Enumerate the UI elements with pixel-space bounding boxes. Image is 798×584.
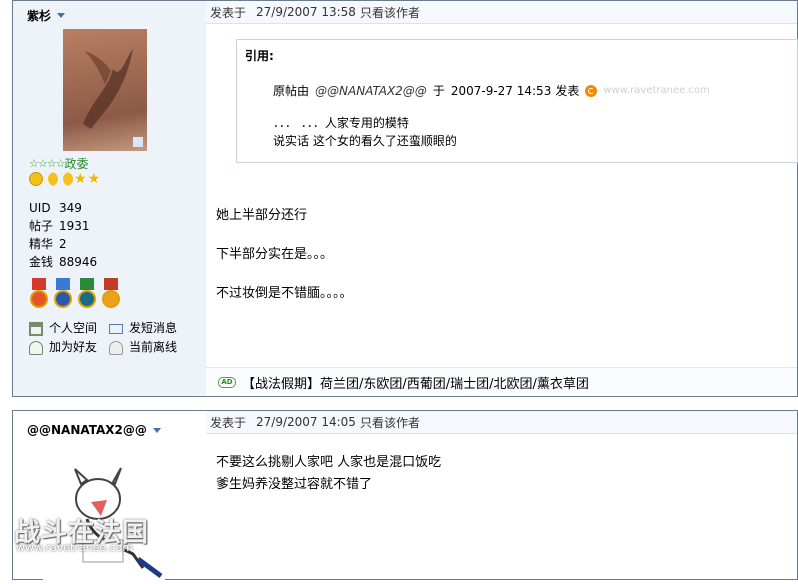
sun-icon xyxy=(29,172,43,186)
chevron-down-icon[interactable] xyxy=(57,13,66,18)
stat-label: UID xyxy=(29,201,51,215)
author-name-text[interactable]: 紫杉 xyxy=(27,7,51,24)
envelope-icon xyxy=(109,323,123,334)
posted-at-label: 发表于 xyxy=(210,415,247,430)
medal-icon[interactable] xyxy=(53,278,73,310)
home-icon xyxy=(29,321,43,336)
author-stats: UID 349 帖子 1931 精华 2 金钱 88946 xyxy=(29,199,97,271)
stat-value: 349 xyxy=(59,201,82,215)
post-text-line: 爹生妈养没整过容就不错了 xyxy=(216,477,373,492)
star-icon: ★ xyxy=(74,171,87,187)
add-friend-link[interactable]: 加为好友 xyxy=(29,338,109,357)
quote-yu: 于 xyxy=(432,84,445,98)
quote-line: 说实话 这个女的看久了还蛮顺眼的 xyxy=(273,134,457,148)
ad-link[interactable]: 【战法假期】荷兰团/东欧团/西葡团/瑞士团/北欧团/薰衣草团 xyxy=(242,373,589,392)
author-links: 个人空间 发短消息 加为好友 当前离线 xyxy=(29,319,189,357)
post-header: 发表于 27/9/2007 14:05 只看该作者 xyxy=(206,411,797,434)
user-offline-icon xyxy=(109,340,123,355)
chevron-down-icon[interactable] xyxy=(152,427,161,433)
ad-bar: AD 【战法假期】荷兰团/东欧团/西葡团/瑞士团/北欧团/薰衣草团 xyxy=(206,367,797,396)
quote-posted: 发表 xyxy=(555,84,580,98)
post-header: 发表于 27/9/2007 13:58 只看该作者 xyxy=(206,1,797,24)
quote-block: 引用: 原帖由 @@NANATAX2@@ 于 2007-9-27 14:53 发… xyxy=(236,39,798,163)
stat-label: 帖子 xyxy=(29,219,54,233)
medal-icon[interactable] xyxy=(29,278,49,310)
stat-value: 1931 xyxy=(59,219,90,233)
post-time: 27/9/2007 14:05 xyxy=(256,415,356,429)
rank: ☆☆☆☆ 政委 xyxy=(29,155,88,172)
post-text-line: 不要这么挑剔人家吧 人家也是混口饭吃 xyxy=(216,455,442,470)
stat-money: 金钱 88946 xyxy=(29,253,97,271)
author-name-text[interactable]: @@NANATAX2@@ xyxy=(27,423,147,437)
quote-prefix: 原帖由 xyxy=(273,84,310,98)
author-name[interactable]: @@NANATAX2@@ xyxy=(27,423,161,437)
quote-watermark: www.ravetranee.com xyxy=(603,85,710,96)
add-friend-icon xyxy=(29,340,43,355)
send-pm-link[interactable]: 发短消息 xyxy=(109,319,189,338)
post-time: 27/9/2007 13:58 xyxy=(256,5,356,19)
level-icons: ★ ★ xyxy=(29,172,100,186)
rank-stars: ☆☆☆☆ xyxy=(29,157,65,170)
stat-digest: 精华 2 xyxy=(29,235,97,253)
only-author-link[interactable]: 只看该作者 xyxy=(360,414,420,431)
medal-icon[interactable] xyxy=(77,278,97,310)
stat-value: 2 xyxy=(59,237,67,251)
online-status-label: 当前离线 xyxy=(129,340,178,354)
rank-title: 政委 xyxy=(64,157,89,171)
stat-value: 88946 xyxy=(59,255,98,269)
moon-icon xyxy=(59,172,73,186)
quote-line: ．．． ．．．人家专用的模特 xyxy=(273,116,409,130)
quote-author: @@NANATAX2@@ xyxy=(315,83,427,98)
medal-icon[interactable] xyxy=(101,278,121,310)
moon-icon xyxy=(44,172,58,186)
post-2: @@NANATAX2@@ 发表于 27/9/2007 14:05 只看该作者 不… xyxy=(12,410,798,581)
quote-source: 原帖由 @@NANATAX2@@ 于 2007-9-27 14:53 发表 ww… xyxy=(273,82,710,99)
online-status: 当前离线 xyxy=(109,338,189,357)
goto-post-icon[interactable] xyxy=(585,84,598,97)
medals xyxy=(29,278,121,310)
stat-label: 精华 xyxy=(29,237,54,251)
quote-text: ．．． ．．．人家专用的模特 说实话 这个女的看久了还蛮顺眼的 xyxy=(273,114,457,150)
author-sidebar: 紫杉 ☆☆☆☆ 政委 ★ ★ UID 349 帖子 1931 精华 2 金钱 88946 xyxy=(13,1,206,396)
stat-uid: UID 349 xyxy=(29,199,97,217)
posted-at-label: 发表于 xyxy=(210,5,247,20)
star-icon: ★ xyxy=(87,171,101,187)
post-1: 紫杉 ☆☆☆☆ 政委 ★ ★ UID 349 帖子 1931 精华 2 金钱 88946 xyxy=(12,0,798,397)
ad-icon: AD xyxy=(218,376,236,388)
stat-label: 金钱 xyxy=(29,255,54,269)
post-text-line: 不过妆倒是不错腼。。。。 xyxy=(216,286,353,301)
quote-label: 引用: xyxy=(245,49,274,63)
site-watermark-url: www.ravetranee.com xyxy=(16,541,134,554)
profile-link[interactable]: 个人空间 xyxy=(29,319,109,338)
author-name[interactable]: 紫杉 xyxy=(27,7,66,24)
only-author-link[interactable]: 只看该作者 xyxy=(360,4,420,21)
stat-posts: 帖子 1931 xyxy=(29,217,97,235)
post-content: 发表于 27/9/2007 13:58 只看该作者 引用: 原帖由 @@NANA… xyxy=(206,1,798,396)
profile-link-label[interactable]: 个人空间 xyxy=(49,319,97,338)
post-content: 发表于 27/9/2007 14:05 只看该作者 不要这么挑剔人家吧 人家也是… xyxy=(206,411,797,579)
post-text-line: 下半部分实在是。。。 xyxy=(216,247,334,262)
avatar xyxy=(63,29,147,151)
quote-date: 2007-9-27 14:53 xyxy=(450,83,552,98)
add-friend-label[interactable]: 加为好友 xyxy=(49,338,97,357)
send-pm-label[interactable]: 发短消息 xyxy=(129,319,177,338)
post-text-line: 她上半部分还行 xyxy=(216,208,308,223)
